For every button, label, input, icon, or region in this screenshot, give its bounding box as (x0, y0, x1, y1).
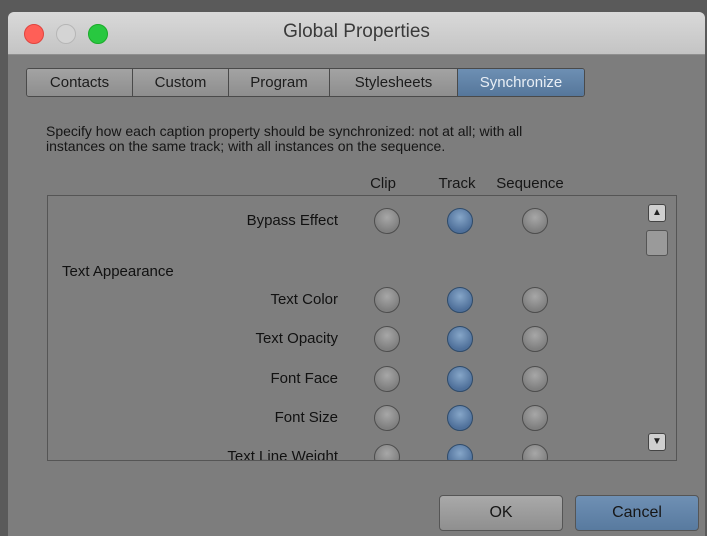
row-label-text-opacity: Text Opacity (255, 330, 338, 347)
font-size-clip-radio[interactable] (374, 405, 400, 431)
column-header-sequence: Sequence (496, 175, 564, 192)
row-label-font-face: Font Face (270, 370, 338, 387)
tab-synchronize[interactable]: Synchronize (458, 69, 584, 96)
text-opacity-track-radio[interactable] (447, 326, 473, 352)
description-line-1: Specify how each caption property should… (46, 123, 523, 139)
bypass-effect-track-radio[interactable] (447, 208, 473, 234)
text-line-weight-clip-radio[interactable] (374, 444, 400, 460)
tab-custom[interactable]: Custom (133, 69, 229, 96)
text-color-clip-radio[interactable] (374, 287, 400, 313)
tab-bar: Contacts Custom Program Stylesheets Sync… (26, 68, 585, 97)
cancel-button[interactable]: Cancel (575, 495, 699, 531)
column-header-clip: Clip (370, 175, 396, 192)
text-opacity-sequence-radio[interactable] (522, 326, 548, 352)
text-color-sequence-radio[interactable] (522, 287, 548, 313)
global-properties-window: Global Properties Contacts Custom Progra… (8, 12, 705, 536)
row-label-text-line-weight: Text Line Weight (227, 448, 338, 461)
title-bar[interactable]: Global Properties (8, 12, 705, 55)
description-text: Specify how each caption property should… (46, 124, 646, 154)
tab-program[interactable]: Program (229, 69, 330, 96)
sync-properties-list[interactable]: Bypass Effect Text Appearance Text Color… (47, 195, 677, 461)
column-header-track: Track (438, 175, 476, 192)
description-line-2: instances on the same track; with all in… (46, 138, 446, 154)
ok-button[interactable]: OK (439, 495, 563, 531)
row-label-bypass-effect: Bypass Effect (246, 212, 338, 229)
row-label-text-color: Text Color (270, 291, 338, 308)
text-opacity-clip-radio[interactable] (374, 326, 400, 352)
section-label-text-appearance: Text Appearance (62, 263, 174, 280)
scrollbar-thumb[interactable] (646, 230, 668, 256)
text-line-weight-track-radio[interactable] (447, 444, 473, 460)
scroll-up-arrow-icon[interactable]: ▲ (648, 204, 666, 222)
text-color-track-radio[interactable] (447, 287, 473, 313)
window-title: Global Properties (283, 21, 430, 42)
tab-stylesheets[interactable]: Stylesheets (330, 69, 458, 96)
font-size-track-radio[interactable] (447, 405, 473, 431)
tab-contacts[interactable]: Contacts (27, 69, 133, 96)
font-face-track-radio[interactable] (447, 366, 473, 392)
text-line-weight-sequence-radio[interactable] (522, 444, 548, 460)
row-label-font-size: Font Size (274, 409, 338, 426)
bypass-effect-sequence-radio[interactable] (522, 208, 548, 234)
font-size-sequence-radio[interactable] (522, 405, 548, 431)
font-face-sequence-radio[interactable] (522, 366, 548, 392)
bypass-effect-clip-radio[interactable] (374, 208, 400, 234)
scroll-down-arrow-icon[interactable]: ▼ (648, 433, 666, 451)
font-face-clip-radio[interactable] (374, 366, 400, 392)
